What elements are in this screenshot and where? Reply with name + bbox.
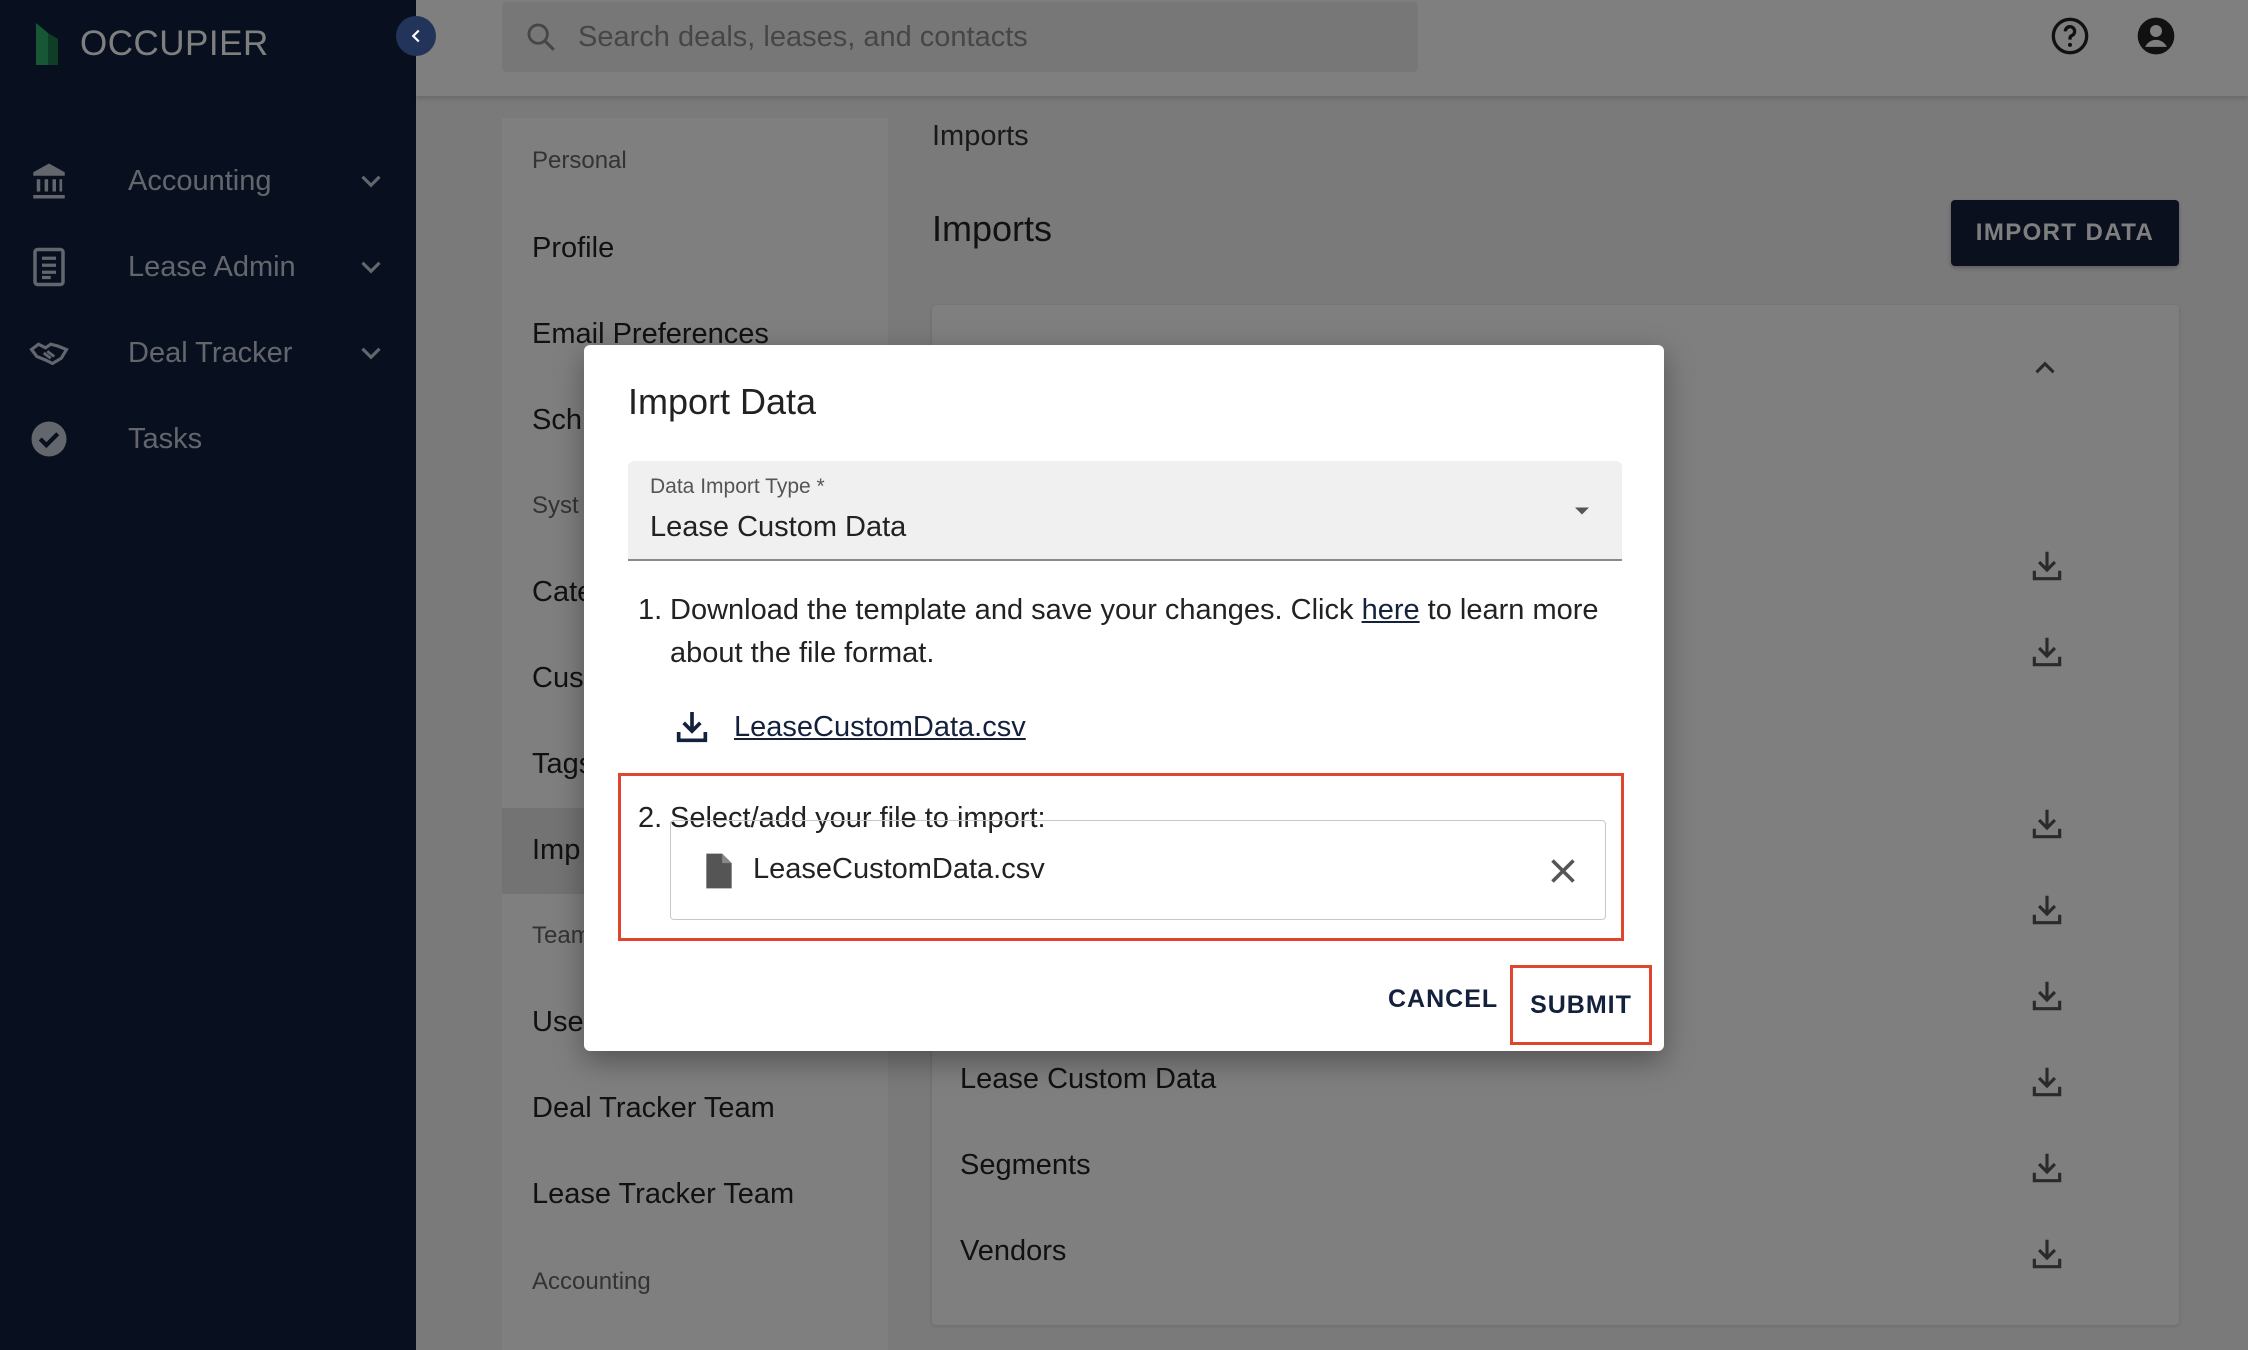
cancel-button[interactable]: CANCEL <box>1388 985 1498 1014</box>
file-icon <box>701 852 737 890</box>
learn-more-link[interactable]: here <box>1362 594 1420 626</box>
data-import-type-select[interactable]: Data Import Type * Lease Custom Data <box>628 461 1622 561</box>
select-label: Data Import Type * <box>650 475 825 498</box>
submit-button[interactable]: SUBMIT <box>1510 965 1652 1045</box>
step-1-text-a: Download the template and save your chan… <box>670 594 1362 626</box>
download-icon <box>676 712 708 743</box>
select-value: Lease Custom Data <box>650 511 907 543</box>
step-2-number: 2. <box>638 802 663 834</box>
selected-file-box[interactable]: LeaseCustomData.csv <box>670 820 1606 920</box>
chevron-left-icon <box>411 29 420 43</box>
step-1-number: 1. <box>638 594 663 626</box>
close-icon[interactable] <box>1545 853 1581 889</box>
template-download[interactable]: LeaseCustomData.csv <box>672 707 1026 747</box>
dialog-title: Import Data <box>628 381 817 422</box>
collapse-sidebar-button[interactable] <box>396 16 436 56</box>
import-data-dialog: Import Data Data Import Type * Lease Cus… <box>584 345 1664 1051</box>
selected-file-name: LeaseCustomData.csv <box>753 853 1045 885</box>
step-1-text: Download the template and save your chan… <box>670 589 1630 675</box>
step-1-text-b: to learn more <box>1419 594 1599 626</box>
caret-down-icon[interactable] <box>1568 497 1596 525</box>
step-1-text-c: about the file format. <box>670 637 935 669</box>
template-file-link[interactable]: LeaseCustomData.csv <box>734 711 1026 744</box>
